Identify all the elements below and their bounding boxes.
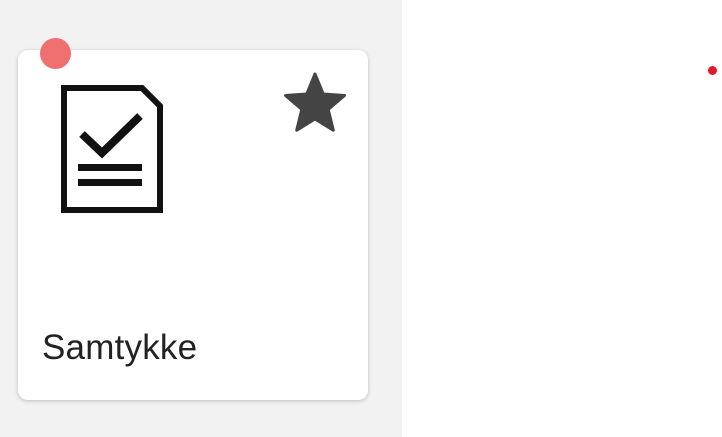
app-grid-panel: Samtykke — [0, 0, 402, 437]
page: Samtykke — [0, 0, 722, 437]
favorite-star-icon[interactable] — [282, 72, 348, 134]
notification-badge — [40, 38, 71, 69]
card-label: Samtykke — [42, 328, 198, 367]
document-checkmark-icon — [61, 85, 163, 213]
samtykke-app-card[interactable]: Samtykke — [18, 50, 368, 400]
indicator-dot — [708, 66, 717, 75]
